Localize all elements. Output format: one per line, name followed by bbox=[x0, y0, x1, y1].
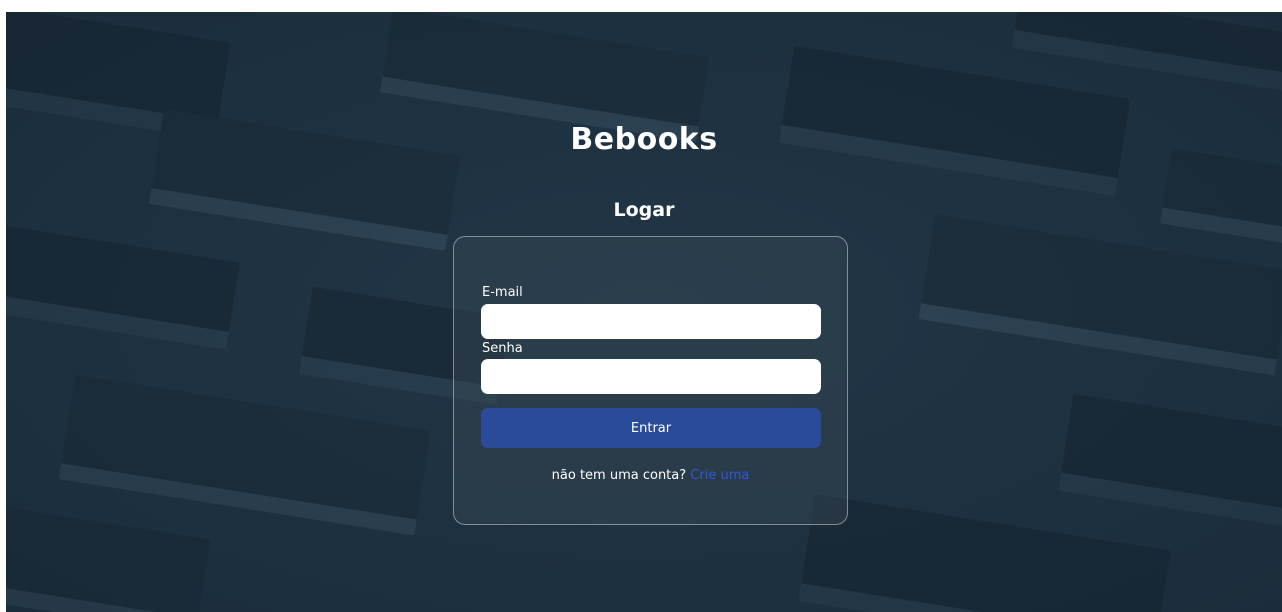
signup-prompt: não tem uma conta? bbox=[551, 468, 687, 483]
top-border bbox=[0, 0, 1282, 12]
login-heading: Logar bbox=[613, 199, 675, 221]
signup-row: não tem uma conta? Crie uma bbox=[454, 468, 847, 483]
app-title: Bebooks bbox=[570, 122, 718, 157]
email-label: E-mail bbox=[482, 285, 523, 300]
signup-link[interactable]: Crie uma bbox=[690, 468, 749, 483]
password-label: Senha bbox=[482, 341, 523, 356]
login-page: Bebooks Logar E-mail Senha Entrar não te… bbox=[6, 12, 1282, 612]
email-field[interactable] bbox=[481, 304, 821, 339]
password-field[interactable] bbox=[481, 359, 821, 394]
login-card: E-mail Senha Entrar não tem uma conta? C… bbox=[453, 236, 848, 525]
login-button[interactable]: Entrar bbox=[481, 408, 821, 448]
